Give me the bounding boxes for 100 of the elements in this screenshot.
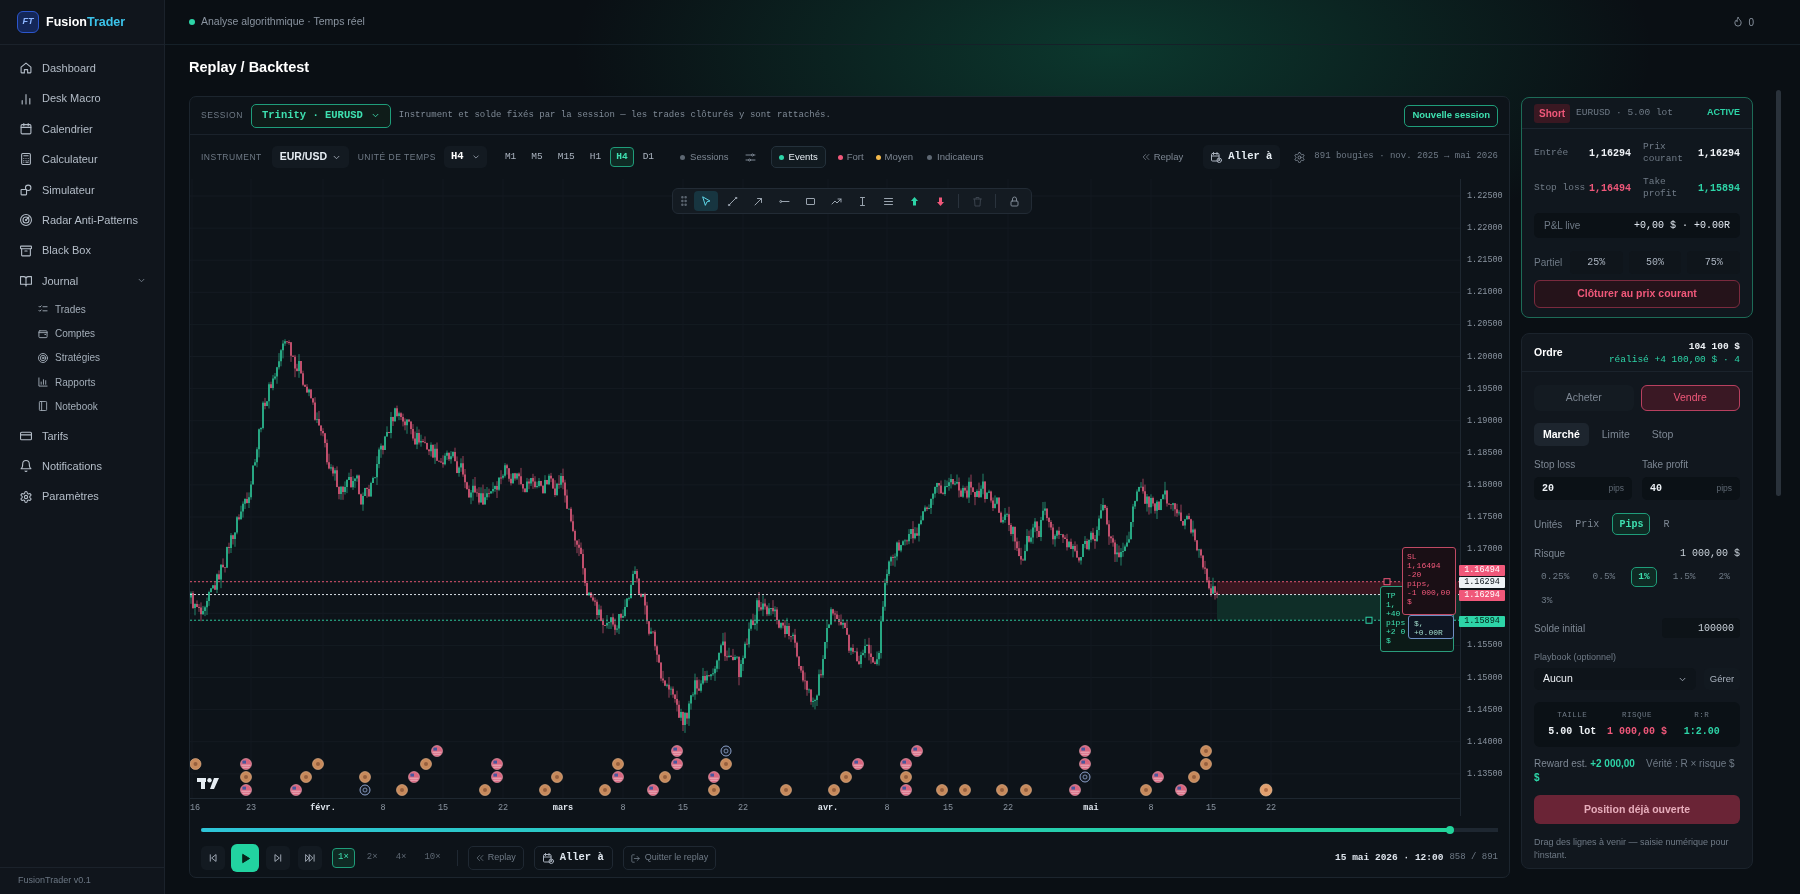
event-marker-icon	[959, 784, 971, 796]
take-profit-input[interactable]: 40 pips	[1642, 477, 1740, 500]
sidebar-subitem[interactable]: Trades	[8, 297, 156, 322]
credit-card-icon	[20, 429, 32, 442]
calendar-clock-icon	[542, 852, 554, 864]
timeframe-button[interactable]: M1	[498, 147, 523, 167]
settings-icon	[1293, 151, 1305, 163]
partial-close-button[interactable]: 25%	[1570, 251, 1623, 274]
timeframe-button[interactable]: M5	[525, 147, 549, 167]
date-axis-label: 8	[1148, 802, 1154, 814]
order-type-tab[interactable]: Limite	[1592, 423, 1639, 446]
replay-progress-track[interactable]	[201, 826, 1498, 834]
flag-marker-icon	[240, 758, 252, 770]
go-to-button[interactable]: Aller à	[1203, 145, 1281, 169]
timeframe-label: UNITÉ DE TEMPS	[357, 150, 436, 164]
session-select[interactable]: Trinity · EURUSD	[251, 103, 391, 128]
unit-option[interactable]: Prix	[1568, 513, 1607, 535]
sidebar-item[interactable]: Calculateur	[8, 144, 156, 175]
close-position-button[interactable]: Clôturer au prix courant	[1534, 280, 1740, 308]
sidebar-item[interactable]: Tarifs	[8, 420, 156, 451]
field-value: 1,15894	[1698, 181, 1740, 196]
step-forward-button[interactable]	[266, 846, 290, 870]
risk-percent-option[interactable]: 1%	[1631, 567, 1657, 587]
skip-to-end-button[interactable]	[298, 846, 322, 870]
wallet-icon	[38, 328, 48, 339]
sidebar-subitem[interactable]: Comptes	[8, 321, 156, 346]
risk-amount: 1 000,00 $	[1680, 546, 1740, 561]
order-side-button[interactable]: Vendre	[1640, 385, 1740, 411]
sidebar-subitem[interactable]: Stratégies	[8, 345, 156, 370]
go-to-button[interactable]: Aller à	[533, 846, 613, 870]
flag-marker-icon	[491, 771, 503, 783]
status-text: Analyse algorithmique · Temps réel	[201, 14, 365, 30]
scrollbar[interactable]	[1776, 90, 1781, 496]
book-icon	[20, 274, 32, 287]
layer-toggle[interactable]: Sessions	[678, 146, 731, 168]
sidebar-item[interactable]: Journal	[8, 265, 156, 297]
event-marker-icon	[1188, 771, 1200, 783]
sidebar-item[interactable]: Black Box	[8, 235, 156, 266]
event-marker-icon	[612, 758, 624, 770]
date-axis-label: 22	[497, 802, 509, 814]
layer-toggle[interactable]: Indicateurs	[925, 146, 986, 168]
price-axis-label: 1.15000	[1467, 671, 1503, 684]
footnote: Drag des lignes à venir — saisie numérique pour l'instant.	[1534, 836, 1730, 861]
partial-close-button[interactable]: 50%	[1628, 251, 1682, 274]
trash-icon	[971, 195, 983, 207]
order-type-tab[interactable]: Marché	[1534, 423, 1589, 446]
flag-marker-icon	[431, 745, 443, 757]
initial-balance-input[interactable]: 100000	[1662, 618, 1740, 638]
stop-loss-handle[interactable]	[1383, 578, 1391, 586]
grip-icon	[678, 195, 690, 207]
sidebar-subitem[interactable]: Rapports	[8, 370, 156, 395]
quit-replay-button[interactable]: Quitter le replay	[622, 846, 717, 870]
unit-option[interactable]: Pips	[1612, 513, 1651, 535]
sidebar-item[interactable]: Radar Anti-Patterns	[8, 204, 156, 236]
session-label: SESSION	[201, 109, 243, 122]
timeframe-button[interactable]: H1	[583, 147, 608, 167]
risk-percent-option[interactable]: 0.25%	[1534, 567, 1577, 587]
ring-marker-icon	[720, 745, 732, 757]
instrument-select[interactable]: EUR/USD	[271, 146, 349, 168]
new-session-button[interactable]: Nouvelle session	[1404, 104, 1498, 127]
speed-button[interactable]: 1×	[332, 848, 355, 868]
flag-marker-icon	[852, 758, 864, 770]
lock-icon	[1008, 195, 1020, 207]
stop-loss-input[interactable]: 20 pips	[1534, 477, 1632, 500]
sidebar-item[interactable]: Simulateur	[8, 174, 156, 205]
replay-button[interactable]: Replay	[1141, 149, 1184, 165]
progress-handle[interactable]	[1446, 826, 1454, 834]
replay-button[interactable]: Replay	[467, 846, 524, 870]
event-marker-icon	[1200, 745, 1212, 757]
brand-name: FusionTrader	[46, 13, 126, 31]
flag-marker-icon	[408, 771, 420, 783]
sidebar-item[interactable]: Notifications	[8, 451, 156, 482]
order-type-tab[interactable]: Stop	[1642, 423, 1683, 446]
sidebar-subitem[interactable]: Notebook	[8, 394, 156, 419]
sidebar-item[interactable]: Dashboard	[8, 53, 156, 84]
settings-button[interactable]	[1292, 150, 1307, 164]
cursor-tool[interactable]	[694, 191, 718, 211]
play-button[interactable]	[231, 844, 259, 872]
step-back-button[interactable]	[201, 846, 225, 870]
sidebar-item[interactable]: Desk Macro	[8, 83, 156, 114]
partial-close-button[interactable]: 75%	[1687, 251, 1740, 274]
date-axis-label: 22	[1265, 802, 1277, 814]
risk-percent-option[interactable]: 2%	[1711, 567, 1737, 587]
unit-option[interactable]: R	[1656, 513, 1677, 535]
timeframe-button[interactable]: D1	[636, 147, 661, 167]
take-profit-handle[interactable]	[1365, 616, 1373, 624]
risk-percent-option[interactable]: 1.5%	[1665, 567, 1703, 587]
timeframe-button[interactable]: M15	[551, 147, 581, 167]
risk-percent-option[interactable]: 3%	[1534, 591, 1560, 611]
sidebar-item[interactable]: Calendrier	[8, 113, 156, 145]
streak-count: 0	[1748, 15, 1754, 30]
playbook-select[interactable]: Aucun	[1534, 668, 1696, 690]
risk-percent-option[interactable]: 0.5%	[1585, 567, 1623, 587]
order-side-button[interactable]: Acheter	[1534, 385, 1634, 411]
layer-toggle[interactable]: Events	[770, 146, 826, 168]
sidebar-item[interactable]: Paramètres	[8, 481, 156, 512]
timeframe-select[interactable]: H4	[443, 146, 487, 168]
timeframe-button[interactable]: H4	[610, 147, 634, 167]
brand-logo[interactable]: FT	[17, 11, 39, 33]
price-axis-label: 1.21500	[1467, 254, 1503, 267]
